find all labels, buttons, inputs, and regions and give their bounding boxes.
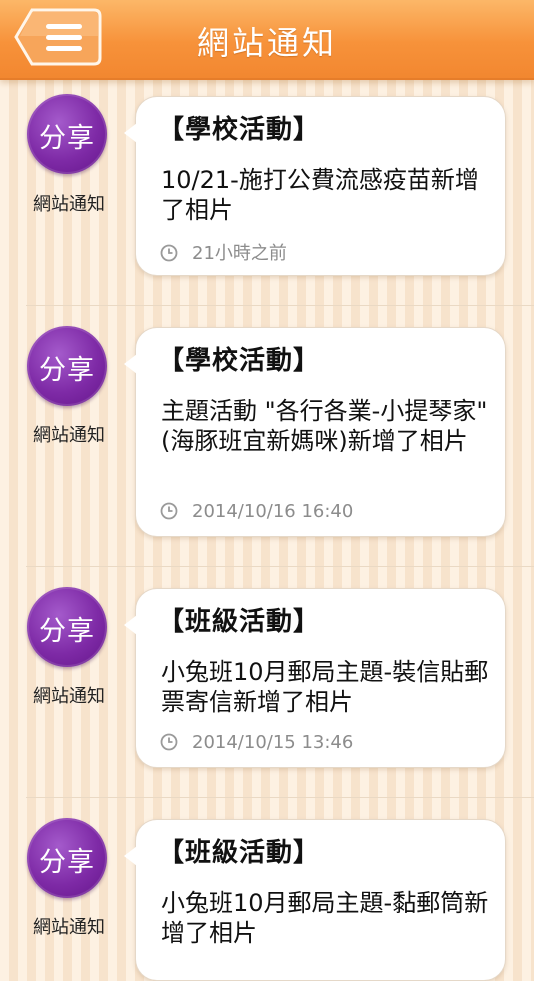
timestamp-text: 2014/10/15 13:46 <box>192 732 354 753</box>
source-label: 網站通知 <box>33 194 105 215</box>
source-label: 網站通知 <box>33 425 105 446</box>
category-label: 【學校活動】 <box>158 115 321 145</box>
notification-card[interactable]: 【學校活動】 主題活動 "各行各業-小提琴家" (海豚班宜新媽咪)新增了相片 2… <box>124 327 506 537</box>
list-item[interactable]: 分享 網站通知 【班級活動】 小兔班10月郵局主題-黏郵筒新增了相片 <box>0 798 534 981</box>
source-label: 網站通知 <box>33 686 105 707</box>
share-badge: 分享 <box>27 326 107 406</box>
clock-icon <box>160 502 178 520</box>
notification-card[interactable]: 【班級活動】 小兔班10月郵局主題-黏郵筒新增了相片 <box>124 819 506 981</box>
notification-text: 小兔班10月郵局主題-黏郵筒新增了相片 <box>161 889 489 947</box>
notification-text: 小兔班10月郵局主題-裝信貼郵票寄信新增了相片 <box>161 658 489 716</box>
timestamp: 2014/10/16 16:40 <box>160 501 353 522</box>
list-item[interactable]: 分享 網站通知 【學校活動】 10/21-施打公費流感疫苗新增了相片 21小時之… <box>0 80 534 305</box>
app-header: 網站通知 <box>0 0 534 80</box>
timestamp: 2014/10/15 13:46 <box>160 732 353 753</box>
bubble-tail <box>124 354 137 374</box>
category-label: 【學校活動】 <box>158 346 321 376</box>
timestamp-text: 21小時之前 <box>192 243 287 264</box>
share-badge: 分享 <box>27 818 107 898</box>
badge-label: 分享 <box>39 616 95 647</box>
timestamp-text: 2014/10/16 16:40 <box>192 501 354 522</box>
clock-icon <box>160 733 178 751</box>
clock-icon <box>160 244 178 262</box>
category-label: 【班級活動】 <box>158 838 321 868</box>
list-item[interactable]: 分享 網站通知 【學校活動】 主題活動 "各行各業-小提琴家" (海豚班宜新媽咪… <box>0 306 534 566</box>
bubble-tail <box>124 615 137 635</box>
badge-label: 分享 <box>39 355 95 386</box>
share-badge: 分享 <box>27 587 107 667</box>
notification-card[interactable]: 【學校活動】 10/21-施打公費流感疫苗新增了相片 21小時之前 <box>124 96 506 276</box>
source-label: 網站通知 <box>33 917 105 938</box>
share-badge: 分享 <box>27 94 107 174</box>
timestamp: 21小時之前 <box>160 239 287 265</box>
notification-text: 10/21-施打公費流感疫苗新增了相片 <box>161 166 479 224</box>
badge-label: 分享 <box>39 847 95 878</box>
category-label: 【班級活動】 <box>158 607 321 637</box>
badge-label: 分享 <box>39 123 95 154</box>
list-item[interactable]: 分享 網站通知 【班級活動】 小兔班10月郵局主題-裝信貼郵票寄信新增了相片 2… <box>0 567 534 797</box>
page-title: 網站通知 <box>196 24 337 62</box>
bubble-tail <box>124 846 137 866</box>
bubble-tail <box>124 123 137 143</box>
notification-text: 主題活動 "各行各業-小提琴家" (海豚班宜新媽咪)新增了相片 <box>161 397 488 455</box>
notification-card[interactable]: 【班級活動】 小兔班10月郵局主題-裝信貼郵票寄信新增了相片 2014/10/1… <box>124 588 506 768</box>
